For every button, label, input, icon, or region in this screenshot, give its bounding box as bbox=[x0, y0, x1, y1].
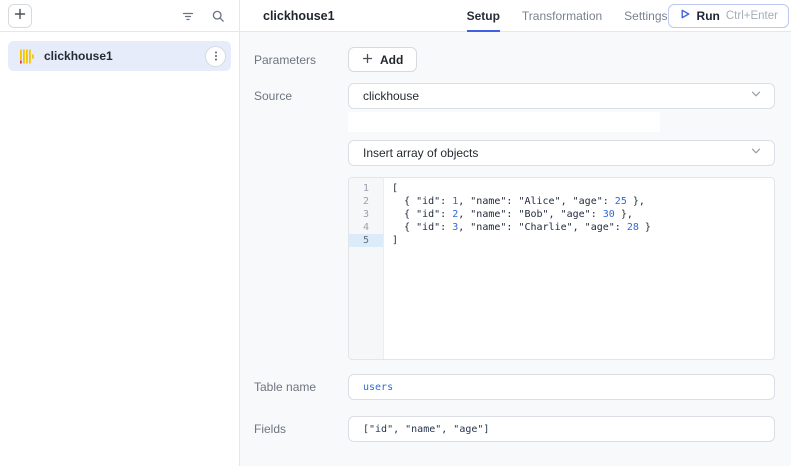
source-subpanel-row bbox=[254, 112, 775, 140]
fields-row: Fields ["id", "name", "age"] bbox=[254, 416, 775, 442]
add-parameter-label: Add bbox=[380, 53, 403, 67]
table-name-value: users bbox=[363, 382, 393, 393]
setup-form: Parameters Add Source clickhouse bbox=[240, 32, 791, 466]
editor-row: 12345 [ { "id": 1, "name": "Alice", "age… bbox=[254, 177, 775, 360]
sidebar-toolbar-icons bbox=[181, 9, 225, 23]
tab-settings[interactable]: Settings bbox=[624, 0, 667, 32]
chevron-down-icon bbox=[750, 87, 762, 105]
app-window: clickhouse1 clickhouse1 Setup Transforma… bbox=[0, 0, 791, 466]
query-list-item-clickhouse1[interactable]: clickhouse1 bbox=[8, 41, 231, 71]
table-name-row: Table name users bbox=[254, 374, 775, 400]
plus-icon bbox=[362, 53, 373, 67]
editor-gutter: 12345 bbox=[349, 178, 384, 359]
editor-tabs: Setup Transformation Settings bbox=[467, 0, 668, 32]
query-sidebar: clickhouse1 bbox=[0, 0, 240, 466]
filter-icon[interactable] bbox=[181, 9, 195, 23]
sidebar-toolbar bbox=[0, 0, 239, 32]
parameters-row: Parameters Add bbox=[254, 47, 775, 72]
source-select[interactable]: clickhouse bbox=[348, 83, 775, 109]
insert-mode-row: Insert array of objects bbox=[254, 140, 775, 166]
fields-value: ["id", "name", "age"] bbox=[363, 424, 489, 435]
fields-label: Fields bbox=[254, 422, 348, 436]
query-editor-header: clickhouse1 Setup Transformation Setting… bbox=[240, 0, 791, 32]
source-subpanel-placeholder bbox=[348, 112, 660, 132]
insert-mode-select[interactable]: Insert array of objects bbox=[348, 140, 775, 166]
code-editor[interactable]: 12345 [ { "id": 1, "name": "Alice", "age… bbox=[348, 177, 775, 360]
fields-input[interactable]: ["id", "name", "age"] bbox=[348, 416, 775, 442]
table-name-input[interactable]: users bbox=[348, 374, 775, 400]
add-parameter-button[interactable]: Add bbox=[348, 47, 417, 72]
plus-icon bbox=[13, 7, 27, 24]
parameters-label: Parameters bbox=[254, 53, 348, 67]
table-name-label: Table name bbox=[254, 380, 348, 394]
play-icon bbox=[679, 8, 691, 23]
query-editor-panel: clickhouse1 Setup Transformation Setting… bbox=[240, 0, 791, 466]
tab-transformation[interactable]: Transformation bbox=[522, 0, 602, 32]
insert-mode-select-value: Insert array of objects bbox=[363, 146, 478, 160]
search-icon[interactable] bbox=[211, 9, 225, 23]
add-query-button[interactable] bbox=[8, 4, 32, 28]
run-shortcut-hint: Ctrl+Enter bbox=[726, 10, 778, 22]
query-title: clickhouse1 bbox=[263, 9, 335, 23]
run-button[interactable]: Run Ctrl+Enter bbox=[668, 4, 789, 28]
source-label: Source bbox=[254, 89, 348, 103]
query-item-label: clickhouse1 bbox=[44, 49, 113, 63]
kebab-menu-icon[interactable] bbox=[205, 46, 226, 67]
chevron-down-icon bbox=[750, 144, 762, 162]
source-row: Source clickhouse bbox=[254, 83, 775, 109]
editor-code[interactable]: [ { "id": 1, "name": "Alice", "age": 25 … bbox=[384, 178, 774, 359]
run-button-label: Run bbox=[697, 9, 720, 23]
source-select-value: clickhouse bbox=[363, 89, 419, 103]
clickhouse-icon bbox=[19, 49, 35, 64]
tab-setup[interactable]: Setup bbox=[467, 0, 500, 32]
query-list: clickhouse1 bbox=[0, 32, 239, 80]
header-actions: Run Ctrl+Enter Preview bbox=[668, 4, 791, 28]
